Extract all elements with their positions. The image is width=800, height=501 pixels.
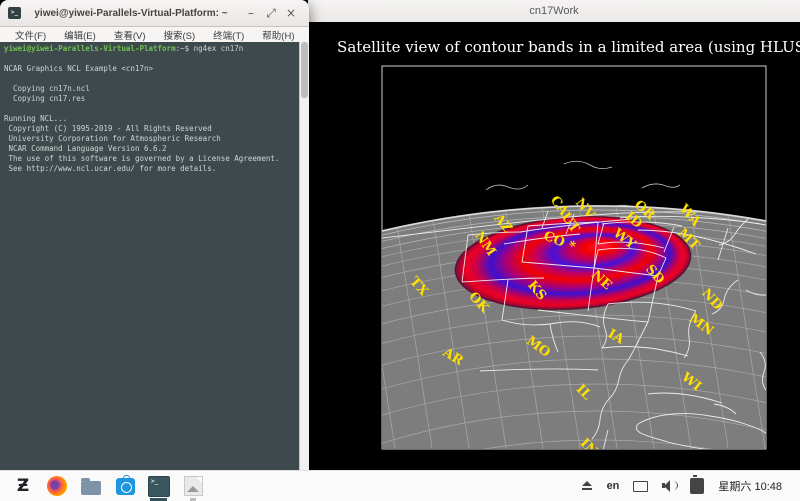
terminal-line: Running NCL...	[4, 114, 300, 124]
terminal-title: yiwei@yiwei-Parallels-Virtual-Platform: …	[21, 8, 241, 19]
terminal-line: University Corporation for Atmospheric R…	[4, 134, 300, 144]
image-viewer-button[interactable]	[182, 475, 204, 497]
terminal-line: The use of this software is governed by …	[4, 154, 300, 164]
menu-help[interactable]: 帮助(H)	[253, 28, 303, 42]
terminal-titlebar[interactable]: >_ yiwei@yiwei-Parallels-Virtual-Platfor…	[0, 0, 309, 27]
terminal-icon: >_	[148, 476, 170, 497]
taskbar-launchers: Ƶ >_	[0, 475, 204, 497]
prompt-separator: :~$	[176, 44, 190, 53]
plot-canvas: Satellite view of contour bands in a lim…	[308, 22, 800, 470]
terminal-line: NCAR Command Language Version 6.6.2	[4, 144, 300, 154]
menu-edit[interactable]: 编辑(E)	[55, 28, 105, 42]
desktop: { "terminal_window": { "title": "yiwei@y…	[0, 0, 800, 500]
launcher-z-icon: Ƶ	[17, 476, 29, 496]
software-store-button[interactable]	[114, 475, 136, 497]
menu-file[interactable]: 文件(F)	[6, 28, 55, 42]
taskbar: Ƶ >_ en 星期六 10:48	[0, 470, 800, 501]
satellite-map: Satellite view of contour bands in a lim…	[308, 22, 800, 470]
terminal-line	[4, 54, 300, 64]
restore-button[interactable]: ⤢	[261, 6, 281, 21]
language-indicator[interactable]: en	[607, 480, 620, 492]
file-manager-button[interactable]	[80, 475, 102, 497]
clock[interactable]: 星期六 10:48	[718, 478, 782, 494]
volume-icon[interactable]	[662, 480, 676, 492]
terminal-line	[4, 104, 300, 114]
image-viewer-icon	[184, 476, 203, 496]
software-store-icon	[116, 478, 135, 495]
menu-view[interactable]: 查看(V)	[105, 28, 155, 42]
display-icon[interactable]	[633, 481, 648, 492]
terminal-line: Copying cn17.res	[4, 94, 300, 104]
firefox-icon	[47, 476, 67, 496]
plot-window-title: cn17Work	[529, 5, 578, 17]
taskbar-tray: en 星期六 10:48	[581, 478, 800, 494]
terminal-scrollbar[interactable]	[299, 42, 309, 470]
terminal-line: Copyright (C) 1995-2019 - All Rights Res…	[4, 124, 300, 134]
minimize-button[interactable]: –	[241, 6, 261, 20]
terminal-line: See http://www.ncl.ucar.edu/ for more de…	[4, 164, 300, 174]
prompt-line: yiwei@yiwei-Parallels-Virtual-Platform:~…	[4, 44, 300, 54]
prompt-command: ng4ex cn17n	[189, 44, 243, 53]
terminal-window: >_ yiwei@yiwei-Parallels-Virtual-Platfor…	[0, 0, 309, 470]
eject-icon[interactable]	[581, 481, 593, 491]
terminal-line: NCAR Graphics NCL Example <cn17n>	[4, 64, 300, 74]
terminal-line	[4, 74, 300, 84]
plot-titlebar[interactable]: cn17Work	[308, 0, 800, 23]
app-launcher-button[interactable]: Ƶ	[12, 475, 34, 497]
menu-search[interactable]: 搜索(S)	[154, 28, 204, 42]
menu-terminal[interactable]: 终端(T)	[204, 28, 253, 42]
terminal-app-icon: >_	[8, 7, 21, 19]
prompt-user-host: yiwei@yiwei-Parallels-Virtual-Platform	[4, 44, 176, 53]
scrollbar-thumb[interactable]	[301, 42, 308, 98]
plot-window: cn17Work	[308, 0, 800, 470]
map-title: Satellite view of contour bands in a lim…	[337, 38, 800, 56]
battery-icon[interactable]	[690, 478, 704, 494]
terminal-line: Copying cn17n.ncl	[4, 84, 300, 94]
close-button[interactable]: ×	[281, 6, 301, 20]
terminal-task-button[interactable]: >_	[148, 475, 170, 497]
terminal-output[interactable]: yiwei@yiwei-Parallels-Virtual-Platform:~…	[0, 42, 300, 470]
firefox-button[interactable]	[46, 475, 68, 497]
folder-icon	[81, 481, 101, 495]
